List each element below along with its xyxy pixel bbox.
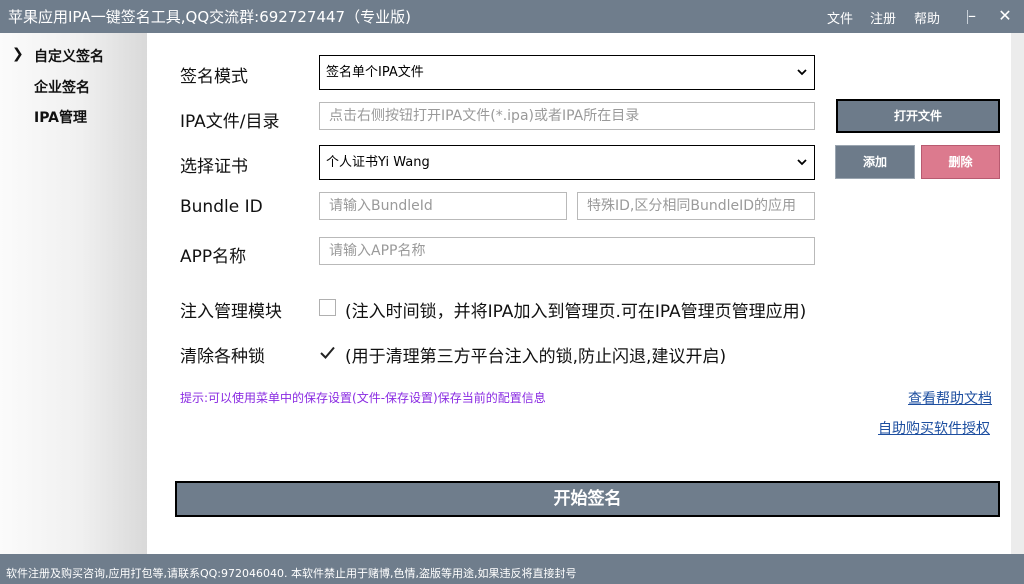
inject-module-description: (注入时间锁，并将IPA加入到管理页.可在IPA管理页管理应用)	[345, 302, 807, 322]
minimize-icon[interactable]: –	[962, 4, 982, 28]
sidebar-item-custom-sign[interactable]: 自定义签名	[34, 46, 104, 66]
hint-text: 提示:可以使用菜单中的保存设置(文件-保存设置)保存当前的配置信息	[180, 391, 546, 405]
menu-help[interactable]: 帮助	[914, 8, 940, 27]
sign-mode-select[interactable]: 签名单个IPA文件	[319, 55, 815, 90]
sidebar-item-enterprise-sign[interactable]: 企业签名	[34, 77, 90, 97]
sidebar-item-ipa-manage[interactable]: IPA管理	[34, 107, 87, 127]
special-id-input[interactable]: 特殊ID,区分相同BundleID的应用	[577, 192, 815, 220]
inject-module-label: 注入管理模块	[180, 302, 282, 322]
inject-module-checkbox[interactable]	[319, 299, 336, 316]
chevron-down-icon	[797, 159, 807, 166]
status-bar: 软件注册及购买咨询,应用打包等,请联系QQ:972046040. 本软件禁止用于…	[0, 554, 1024, 584]
sign-mode-value: 签名单个IPA文件	[326, 65, 424, 80]
menu-file[interactable]: 文件	[827, 8, 853, 27]
active-chevron-icon: ❯	[12, 46, 24, 62]
cert-select[interactable]: 个人证书Yi Wang	[319, 145, 815, 180]
bundle-id-input[interactable]: 请输入BundleId	[319, 192, 567, 220]
delete-cert-button[interactable]: 删除	[921, 145, 1000, 179]
ipa-label: IPA文件/目录	[180, 112, 280, 132]
window-title: 苹果应用IPA一键签名工具,QQ交流群:692727447（专业版)	[8, 8, 411, 26]
open-file-button[interactable]: 打开文件	[836, 99, 1000, 133]
cert-value: 个人证书Yi Wang	[326, 155, 430, 170]
buy-license-link[interactable]: 自助购买软件授权	[878, 418, 990, 438]
sidebar: ❯ 自定义签名 企业签名 IPA管理	[0, 33, 147, 554]
clear-locks-label: 清除各种锁	[180, 347, 265, 367]
title-bar: 苹果应用IPA一键签名工具,QQ交流群:692727447（专业版) 文件 注册…	[0, 0, 1024, 33]
chevron-down-icon	[797, 69, 807, 76]
clear-locks-checkbox[interactable]	[319, 344, 336, 361]
app-name-input[interactable]: 请输入APP名称	[319, 237, 815, 265]
status-text: 软件注册及购买咨询,应用打包等,请联系QQ:972046040. 本软件禁止用于…	[6, 567, 577, 580]
bundle-id-label: Bundle ID	[180, 197, 263, 217]
help-docs-link[interactable]: 查看帮助文档	[908, 388, 992, 408]
close-icon[interactable]: ✕	[995, 4, 1015, 28]
menu-register[interactable]: 注册	[870, 8, 896, 27]
clear-locks-description: (用于清理第三方平台注入的锁,防止闪退,建议开启)	[345, 347, 727, 367]
ipa-path-input[interactable]: 点击右侧按钮打开IPA文件(*.ipa)或者IPA所在目录	[319, 102, 815, 130]
sign-mode-label: 签名模式	[180, 67, 248, 87]
checkmark-icon	[320, 346, 335, 359]
add-cert-button[interactable]: 添加	[835, 145, 915, 179]
app-name-label: APP名称	[180, 247, 247, 267]
cert-label: 选择证书	[180, 157, 248, 177]
start-sign-button[interactable]: 开始签名	[175, 481, 1000, 517]
right-gutter	[1011, 33, 1024, 554]
